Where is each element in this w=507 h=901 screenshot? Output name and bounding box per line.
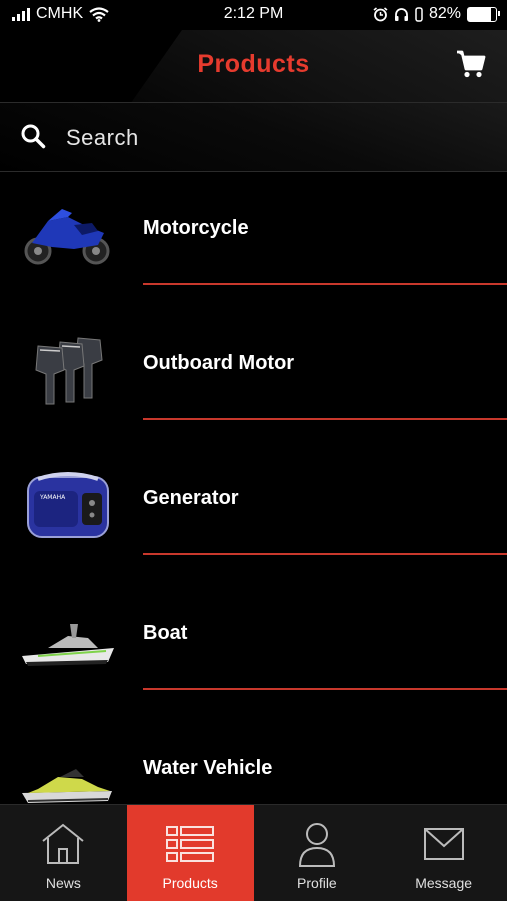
tab-profile[interactable]: Profile — [254, 805, 381, 901]
product-item-boat[interactable]: Boat — [0, 576, 507, 711]
battery-icon — [467, 6, 500, 22]
tab-message[interactable]: Message — [380, 805, 507, 901]
headphones-icon — [394, 7, 408, 21]
lock-rotation-icon — [415, 6, 423, 22]
envelope-icon — [423, 828, 464, 860]
svg-text:YAMAHA: YAMAHA — [39, 494, 66, 501]
motorcycle-thumbnail — [24, 209, 110, 265]
header: Products — [0, 30, 507, 102]
house-icon — [42, 823, 84, 864]
tab-label: News — [45, 875, 81, 891]
water-vehicle-thumbnail — [22, 769, 112, 803]
tab-bar: News Products Profile Message — [0, 804, 507, 901]
tab-news[interactable]: News — [0, 805, 127, 901]
battery-percent: 82% — [428, 5, 461, 22]
list-icon — [166, 826, 215, 862]
product-label: Boat — [143, 622, 188, 644]
tab-products[interactable]: Products — [126, 805, 254, 901]
divider — [143, 283, 507, 285]
search-bar[interactable]: Search — [0, 102, 507, 172]
generator-thumbnail: YAMAHA — [27, 472, 109, 538]
search-input[interactable]: Search — [66, 125, 139, 151]
person-icon — [298, 823, 335, 867]
tab-label: Message — [415, 875, 473, 891]
page-title: Products — [197, 50, 310, 78]
search-icon — [21, 124, 46, 149]
divider — [143, 553, 507, 555]
outboard-motor-thumbnail — [35, 337, 103, 405]
product-list: Motorcycle Outboard Motor YAMAHA Generat… — [0, 171, 507, 804]
shopping-cart-icon[interactable] — [455, 48, 487, 80]
tab-label: Profile — [297, 875, 337, 891]
product-label: Water Vehicle — [143, 757, 273, 779]
alarm-clock-icon — [373, 6, 388, 21]
battery-fill — [468, 7, 491, 21]
product-label: Generator — [143, 487, 239, 509]
product-label: Outboard Motor — [143, 352, 295, 374]
product-item-motorcycle[interactable]: Motorcycle — [0, 171, 507, 306]
tab-label: Products — [162, 875, 218, 891]
boat-thumbnail — [22, 624, 114, 666]
status-bar: CMHK 2:12 PM 82% — [0, 0, 507, 30]
product-item-outboard-motor[interactable]: Outboard Motor — [0, 306, 507, 441]
divider — [143, 688, 507, 690]
status-right: 82% — [373, 5, 500, 23]
product-item-water-vehicle[interactable]: Water Vehicle — [0, 711, 507, 804]
divider — [143, 418, 507, 420]
product-label: Motorcycle — [143, 217, 249, 239]
product-item-generator[interactable]: YAMAHA Generator — [0, 441, 507, 576]
